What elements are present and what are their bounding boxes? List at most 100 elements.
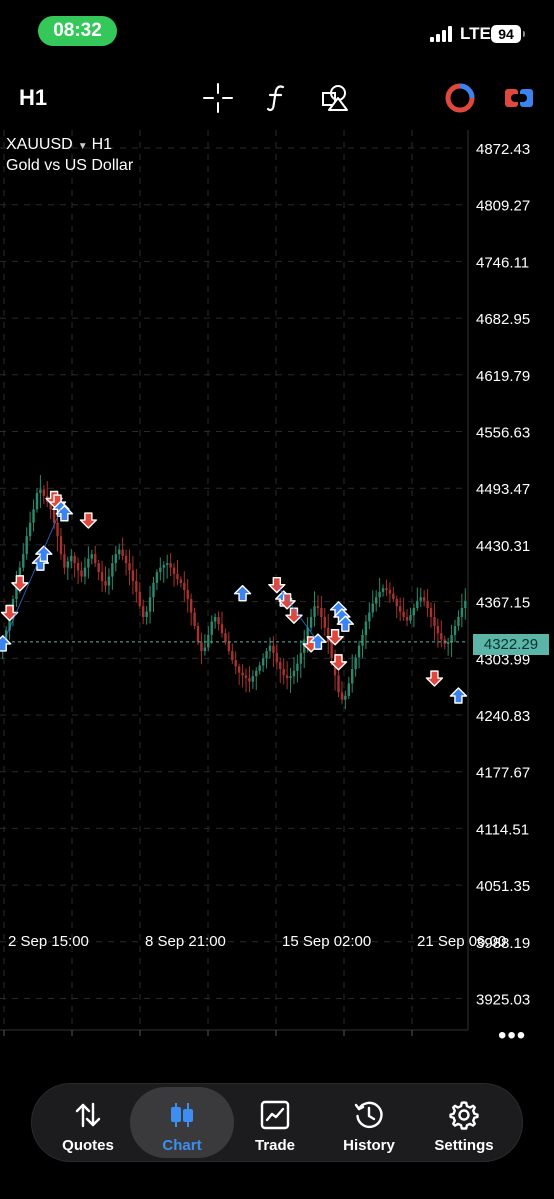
candle-body (28, 522, 32, 537)
candle-body (378, 591, 381, 598)
price-tick-label: 4367.15 (476, 595, 530, 612)
candle-body (320, 608, 323, 617)
candle-body (433, 616, 436, 626)
candle-body (63, 554, 66, 568)
tab-history[interactable]: History (322, 1087, 416, 1158)
candle-body (59, 536, 63, 555)
price-tick-label: 3925.03 (476, 992, 530, 1009)
sell-arrow-icon[interactable] (11, 575, 29, 592)
sell-arrow-icon[interactable] (425, 670, 444, 687)
candle-body (296, 663, 299, 671)
candle-body (409, 615, 412, 621)
candle-body (94, 554, 97, 564)
candle-body (179, 579, 183, 583)
objects-icon[interactable] (320, 82, 352, 114)
sell-arrow-icon[interactable] (326, 629, 344, 646)
candle-body (416, 600, 419, 609)
candle-body (70, 555, 73, 562)
candle-body (402, 611, 405, 617)
candle-body (73, 555, 76, 564)
buy-arrow-icon[interactable] (449, 687, 468, 704)
candle-body (162, 564, 165, 568)
tab-chart[interactable]: Chart (130, 1087, 234, 1158)
candle-body (148, 597, 152, 612)
candle-body (104, 581, 107, 586)
candle-body (118, 549, 121, 555)
candle-body (172, 567, 176, 574)
symbol-dropdown-icon[interactable]: ▼ (78, 141, 88, 152)
candle-body (347, 683, 350, 696)
timeframe-button[interactable]: H1 (19, 85, 47, 111)
candle-body (237, 666, 241, 673)
chart-toolbar: H1 (0, 72, 554, 124)
candle-body (361, 634, 364, 646)
candle-body (56, 522, 59, 537)
candle-body (165, 563, 169, 565)
time-tick-label: 15 Sep 02:00 (282, 933, 371, 950)
candle-body (217, 616, 220, 625)
one-click-trading-icon[interactable] (503, 82, 535, 114)
candle-body (316, 606, 320, 609)
candle-body (39, 489, 42, 494)
candle-body (436, 625, 440, 634)
candle-body (357, 645, 361, 658)
sell-arrow-icon[interactable] (79, 512, 98, 529)
candle-body (131, 570, 135, 582)
tab-settings[interactable]: Settings (417, 1087, 511, 1158)
price-chart[interactable]: 4872.43 4809.27 4746.11 4682.95 4619.79 4556.… (0, 130, 554, 1060)
candle-body (364, 621, 368, 635)
candle-body (450, 634, 453, 643)
candle-body (313, 606, 316, 617)
candle-body (453, 625, 457, 635)
candle-body (83, 567, 87, 577)
candle-body (405, 616, 409, 621)
candle-body (90, 554, 94, 559)
candle-body (464, 600, 467, 609)
candle-body (128, 563, 131, 571)
candle-body (52, 509, 56, 523)
more-options-button[interactable]: ••• (498, 1022, 526, 1050)
symbol-name[interactable]: XAUUSD (6, 136, 73, 153)
candle-body (107, 576, 111, 586)
candle-body (251, 676, 255, 682)
candle-body (42, 489, 46, 496)
candle-body (388, 590, 392, 594)
buy-arrow-icon[interactable] (233, 584, 252, 602)
crosshair-icon[interactable] (202, 82, 234, 114)
sell-arrow-icon[interactable] (0, 604, 19, 622)
chart-canvas[interactable]: 4872.43 4809.27 4746.11 4682.95 4619.79 4556.… (0, 130, 554, 1060)
candle-body (255, 670, 258, 677)
candle-body (241, 672, 244, 676)
trade-chart-icon (260, 1100, 290, 1130)
trading-signals-icon[interactable] (444, 82, 476, 114)
candle-body (227, 642, 231, 652)
candle-body (231, 651, 234, 661)
history-clock-icon (354, 1101, 383, 1129)
tab-quotes[interactable]: Quotes (41, 1087, 135, 1158)
candle-body (292, 670, 296, 677)
candle-body (395, 599, 398, 607)
sell-arrow-icon[interactable] (329, 654, 348, 671)
candle-body (426, 600, 429, 609)
price-tick-label: 4430.31 (476, 538, 530, 555)
candlestick-icon (171, 1103, 193, 1127)
candle-body (100, 572, 104, 582)
signal-bars-icon (430, 26, 452, 42)
tab-chart-label: Chart (162, 1137, 202, 1154)
candle-body (121, 549, 124, 556)
candle-body (169, 563, 172, 568)
tab-trade[interactable]: Trade (228, 1087, 322, 1158)
chart-symbol-header[interactable]: XAUUSD ▼ H1 (6, 136, 112, 154)
candle-body (220, 624, 224, 634)
candle-body (309, 616, 313, 628)
candle-body (176, 573, 179, 580)
candle-body (186, 590, 189, 600)
battery-icon: 94 (491, 25, 525, 43)
candle-body (279, 661, 282, 670)
candle-body (354, 657, 357, 670)
function-icon[interactable] (261, 82, 293, 114)
candle-body (429, 608, 433, 617)
candle-body (66, 561, 70, 568)
candle-body (275, 652, 279, 662)
candle-body (244, 675, 248, 679)
